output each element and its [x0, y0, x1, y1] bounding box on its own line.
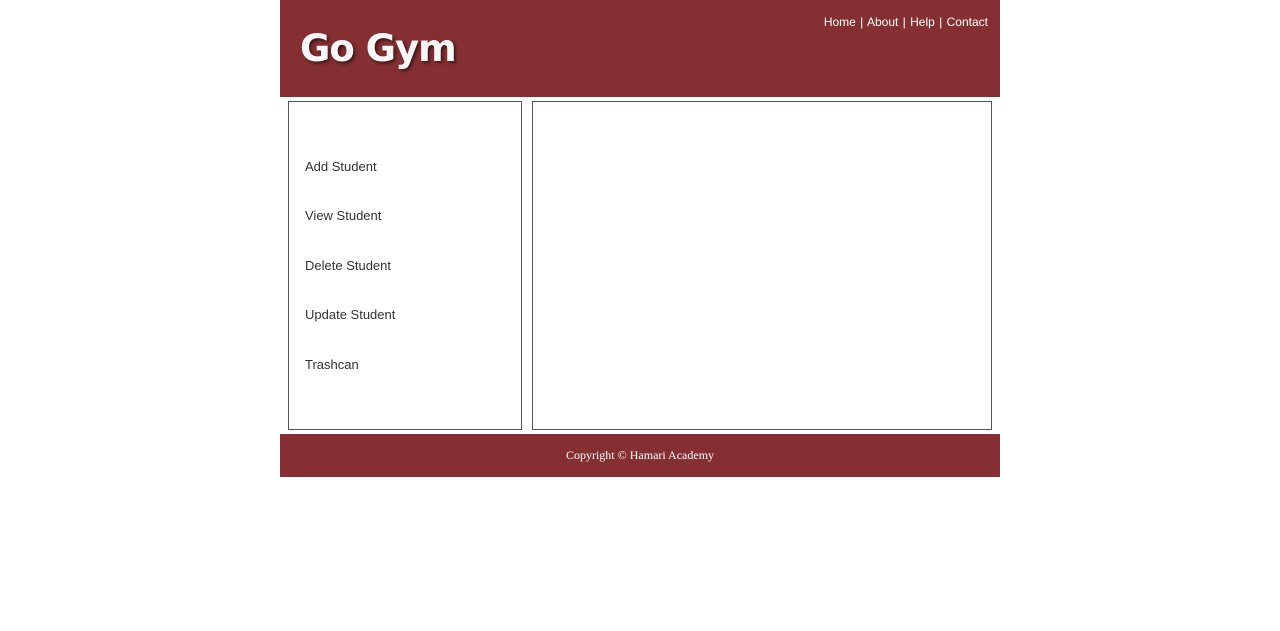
nav-separator: | [939, 15, 943, 29]
nav-link-help[interactable]: Help [910, 15, 935, 29]
sidebar-item-add-student[interactable]: Add Student [305, 159, 377, 175]
copyright-text: Copyright © Hamari Academy [565, 448, 715, 462]
sidebar-item-delete-student[interactable]: Delete Student [305, 258, 391, 274]
nav-separator: | [902, 15, 906, 29]
sidebar-item-trashcan[interactable]: Trashcan [305, 357, 359, 373]
sidebar-item-view-student[interactable]: View Student [305, 208, 381, 224]
sidebar-menu: Add Student View Student Delete Student … [288, 101, 522, 430]
top-navigation: Home | About | Help | Contact [824, 15, 988, 30]
nav-separator: | [860, 15, 864, 29]
sidebar-item-update-student[interactable]: Update Student [305, 307, 395, 323]
nav-link-contact[interactable]: Contact [947, 15, 988, 29]
site-header: Go Gym Home | About | Help | Contact [280, 0, 1000, 97]
main-content-panel [532, 101, 992, 430]
nav-link-about[interactable]: About [867, 15, 898, 29]
page-container: Go Gym Home | About | Help | Contact Add… [280, 0, 1000, 477]
site-footer: Copyright © Hamari Academy [280, 434, 1000, 477]
site-logo[interactable]: Go Gym [300, 24, 457, 74]
nav-link-home[interactable]: Home [824, 15, 856, 29]
